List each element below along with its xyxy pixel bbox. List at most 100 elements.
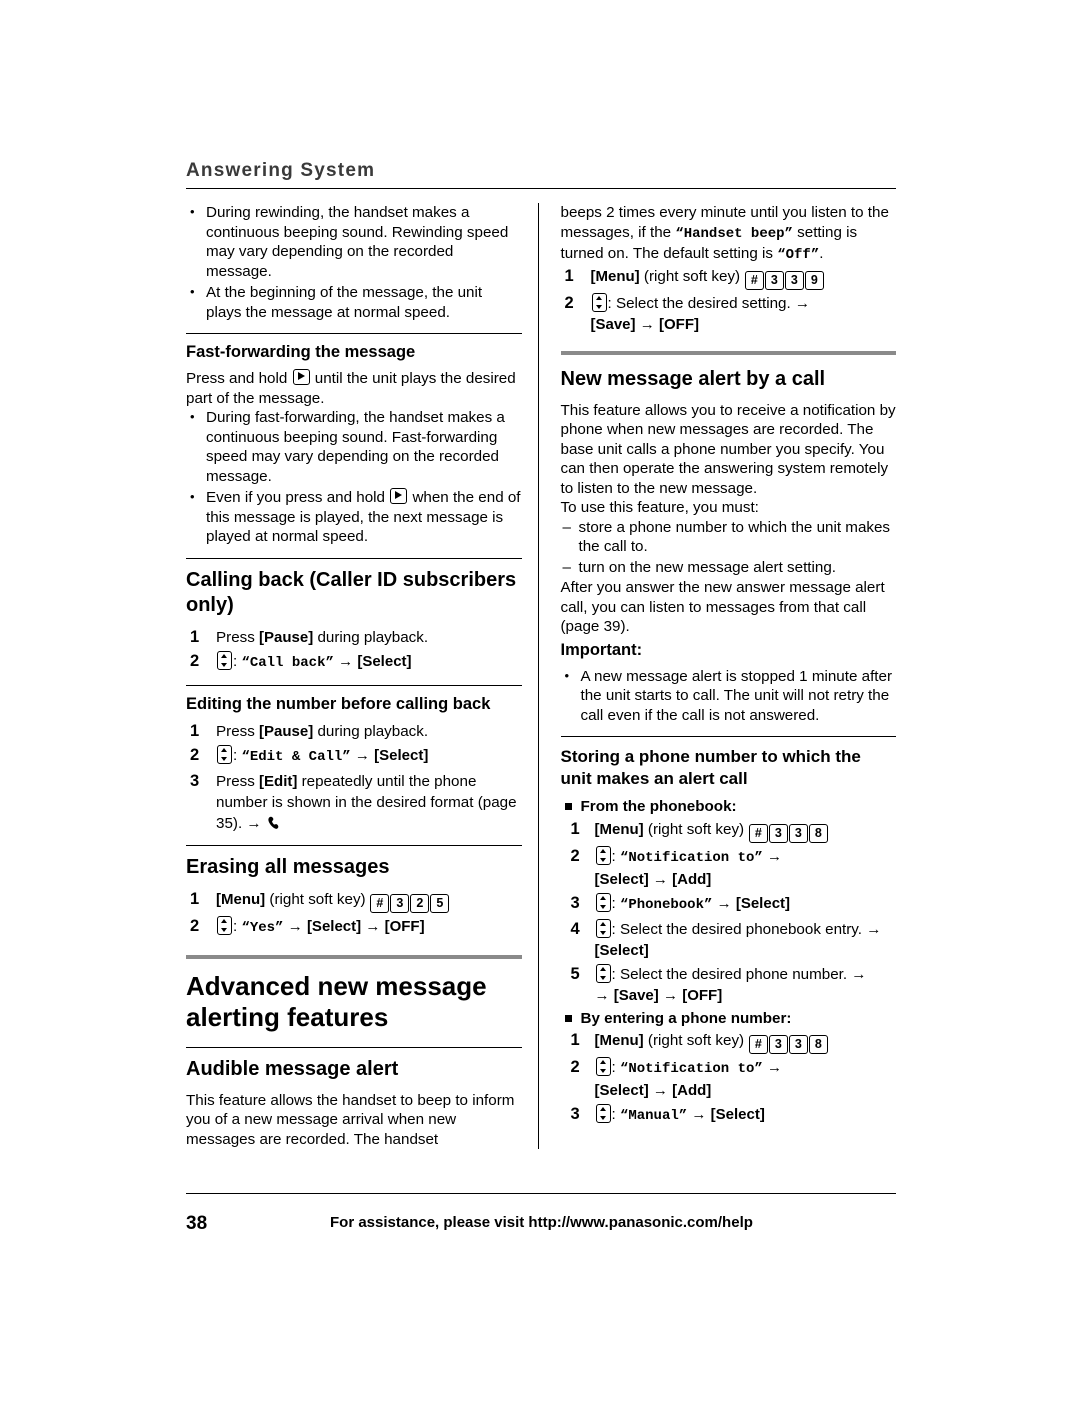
select-key: [Select] — [357, 652, 412, 670]
two-column-layout: During rewinding, the handset makes a co… — [186, 202, 897, 1149]
handset-beep-continued: beeps 2 times every minute until you lis… — [561, 203, 897, 266]
arrow-icon: → — [639, 315, 655, 333]
navigator-key-icon — [591, 292, 607, 312]
soft-key-note: (right soft key) — [643, 267, 741, 285]
fast-forwarding-intro-pre: Press and hold — [186, 370, 292, 387]
after-answer-note: After you answer the new answer message … — [560, 579, 885, 635]
arrow-icon: → — [338, 652, 354, 670]
step-item: 1 [Menu] (right soft key) #3 3 8 — [561, 1030, 897, 1054]
dial-key-3: 3 — [768, 1035, 788, 1054]
select-key: [Select] — [374, 746, 429, 764]
step-text-pre: Press — [216, 722, 260, 740]
step-number: 1 — [190, 889, 200, 908]
step-item: 2 : “Edit & Call” → [Select] — [190, 744, 429, 765]
select-key: [Select] — [710, 1106, 765, 1123]
dial-key-9: 9 — [804, 270, 824, 290]
fast-forwarding-intro: Press and hold until the unit plays the … — [186, 369, 522, 408]
new-message-alert-heading: New message alert by a call — [560, 367, 826, 390]
navigator-key-icon — [595, 963, 611, 983]
step-item: 2 : “Yes” → [Select] → [OFF] — [190, 915, 425, 936]
footer-divider-wrap — [186, 1193, 896, 1194]
arrow-icon: → — [594, 986, 610, 1004]
step-text-pre: Press — [216, 628, 260, 646]
advanced-alerting-title: Advanced new message alerting features — [186, 970, 487, 1032]
step-item: 4 : Select the desired phonebook entry. … — [570, 918, 882, 959]
step-text: Select the desired phonebook entry. → — [619, 920, 882, 938]
dial-key-3b: 3 — [784, 270, 804, 290]
step-item: 2 : “Notification to” → [Select] → [Add] — [570, 1057, 783, 1099]
off-default-value: “Off” — [777, 247, 820, 263]
list-item: turn on the new message alert setting. — [561, 558, 897, 578]
by-entering-steps: 1 [Menu] (right soft key) #3 3 8 2 : “Noti… — [561, 1030, 897, 1127]
step-item: 5 : Select the desired phone number. → →… — [570, 963, 867, 1004]
editing-number-heading: Editing the number before calling back — [186, 694, 491, 713]
handset-beep-setting-name: “Handset beep” — [675, 225, 793, 242]
list-item: At the beginning of the message, the uni… — [186, 282, 522, 322]
by-entering-label-wrap: By entering a phone number: — [561, 1009, 897, 1029]
right-column: beeps 2 times every minute until you lis… — [537, 203, 897, 1149]
step-number: 2 — [190, 916, 200, 935]
select-key: [Select] — [735, 894, 791, 912]
important-label: Important: — [560, 640, 643, 659]
step-item: 3 : “Manual” → [Select] — [570, 1104, 765, 1124]
select-key: [Select] — [594, 870, 649, 888]
dial-key-hash: # — [748, 1035, 768, 1054]
dial-key-hash: # — [370, 893, 390, 913]
arrow-icon: → — [287, 917, 303, 935]
step-number: 2 — [190, 651, 200, 670]
storing-number-heading: Storing a phone number to which the unit… — [560, 747, 861, 788]
section-divider — [186, 557, 522, 559]
from-phonebook-steps: 1 [Menu] (right soft key) #3 3 8 2 : “Noti… — [561, 819, 897, 1006]
handset-beep-steps: 1 [Menu] (right soft key) #3 3 9 2 : Selec… — [561, 266, 897, 335]
navigator-key-icon — [217, 744, 232, 764]
off-key: [OFF] — [682, 986, 723, 1004]
header-divider — [186, 188, 896, 189]
list-item: During rewinding, the handset makes a co… — [186, 202, 522, 281]
add-key: [Add] — [672, 1082, 712, 1099]
soft-key-note: (right soft key) — [647, 820, 745, 838]
continued-part3: . — [819, 245, 824, 262]
section-divider — [186, 1046, 522, 1048]
step-number: 5 — [570, 964, 580, 983]
arrow-icon: → — [652, 1082, 668, 1099]
step-item: 3 : “Phonebook” → [Select] — [570, 892, 791, 913]
step-item: 3 Press [Edit] repeatedly until the phon… — [186, 771, 522, 834]
navigator-key-icon — [595, 1057, 611, 1076]
dial-key-3b: 3 — [788, 823, 808, 843]
step-item: 2 : “Notification to” → [Select] → [Add] — [570, 845, 783, 888]
use-feature-intro: To use this feature, you must: — [560, 499, 759, 516]
editing-number-steps: 1 Press [Pause] during playback. 2 : “Ed… — [186, 721, 522, 834]
soft-key-note: (right soft key) — [647, 1032, 745, 1049]
page-content: Answering System During rewinding, the h… — [186, 160, 896, 1149]
step-item: 1 [Menu] (right soft key) #3 3 9 — [561, 266, 897, 290]
section-divider — [186, 684, 522, 686]
off-key: [OFF] — [384, 917, 425, 935]
audible-message-alert-heading: Audible message alert — [186, 1057, 399, 1080]
use-feature-requirements: store a phone number to which the unit m… — [561, 518, 897, 578]
step-number: 1 — [570, 1031, 580, 1049]
step-number: 4 — [570, 919, 580, 938]
step-number: 2 — [570, 1058, 580, 1076]
step-number: 3 — [190, 771, 200, 790]
arrow-icon: → — [767, 847, 783, 865]
dial-key-3: 3 — [390, 893, 410, 913]
step-item: 1 Press [Pause] during playback. — [186, 627, 522, 648]
ff-bullet2-a: Even if you press and hold — [206, 489, 390, 506]
menu-key: [Menu] — [216, 890, 266, 908]
dial-key-2: 2 — [410, 893, 430, 913]
erasing-steps: 1 [Menu] (right soft key) #3 2 5 2 : “Yes”… — [186, 889, 522, 939]
navigator-key-icon — [217, 915, 232, 935]
save-key: [Save] — [613, 986, 659, 1004]
add-key: [Add] — [672, 870, 712, 888]
calling-back-steps: 1 Press [Pause] during playback. 2 : “Ca… — [186, 627, 522, 674]
dial-key-8: 8 — [808, 1035, 828, 1054]
step-item: 2 : “Call back” → [Select] — [190, 650, 412, 671]
arrow-icon: → — [767, 1059, 783, 1076]
list-item: During fast-forwarding, the handset make… — [186, 407, 522, 486]
list-item: Even if you press and hold when the end … — [186, 487, 522, 547]
navigator-key-icon — [595, 845, 611, 865]
step-number: 2 — [564, 293, 574, 312]
save-key: [Save] — [590, 315, 636, 333]
yes-option: “Yes” — [241, 919, 284, 936]
talk-phone-key-icon — [266, 815, 283, 832]
